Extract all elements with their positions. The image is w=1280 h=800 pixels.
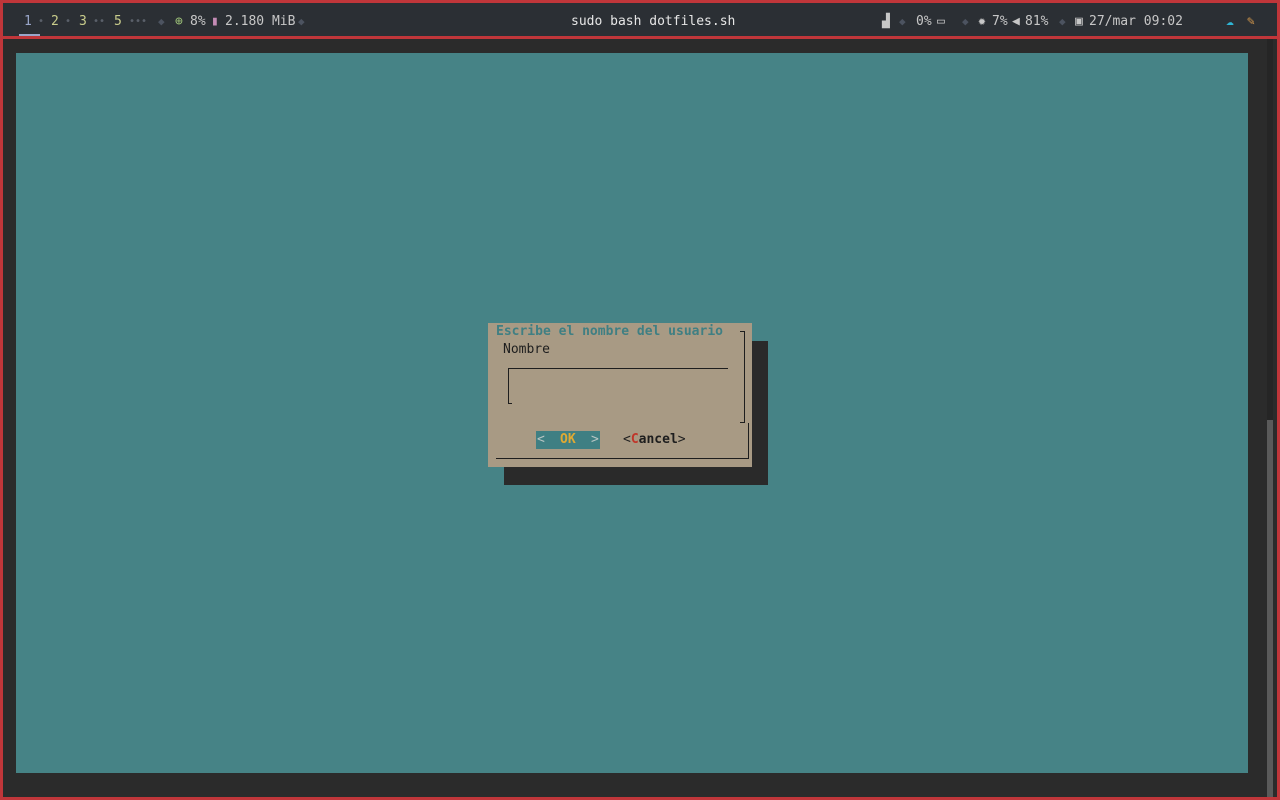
terminal-window: Escribe el nombre del usuario Nombre < O… bbox=[3, 39, 1277, 797]
separator-diamond-icon: ◆ bbox=[1059, 15, 1066, 28]
workspace-separator: • bbox=[65, 16, 72, 27]
top-status-bar: 1 • 2 • 3 •• 5 ••• ◆ ⊕ 8% ▮ 2.180 MiB ◆ … bbox=[3, 3, 1277, 36]
brightness-level: 7% bbox=[992, 14, 1008, 29]
dialog-border-corner bbox=[740, 422, 745, 423]
memory-icon: ▮ bbox=[211, 14, 219, 29]
terminal-screen: Escribe el nombre del usuario Nombre < O… bbox=[16, 53, 1248, 773]
network-usage: 0% bbox=[916, 14, 932, 29]
input-dialog: Escribe el nombre del usuario Nombre < O… bbox=[488, 323, 752, 467]
workspace-3[interactable]: 3 bbox=[79, 3, 87, 36]
cancel-bracket-right: > bbox=[677, 432, 686, 447]
name-label: Nombre bbox=[503, 342, 550, 357]
volume-level: 81% bbox=[1025, 14, 1049, 29]
workspace-separator: •• bbox=[93, 16, 106, 27]
cancel-label: ancel bbox=[638, 432, 678, 447]
cpu-icon: ⊕ bbox=[175, 14, 183, 29]
date-time: 27/mar 09:02 bbox=[1089, 14, 1183, 29]
workspace-2[interactable]: 2 bbox=[51, 3, 59, 36]
dialog-border-corner bbox=[740, 331, 745, 332]
separator-diamond-icon: ◆ bbox=[158, 15, 165, 28]
cloud-sync-icon[interactable]: ☁ bbox=[1226, 3, 1234, 36]
calendar-icon: ▣ bbox=[1075, 14, 1083, 29]
dialog-border-bottom bbox=[496, 458, 749, 459]
dialog-border-right-lower bbox=[748, 423, 749, 458]
dialog-title: Escribe el nombre del usuario bbox=[496, 324, 723, 339]
scrollbar-thumb[interactable] bbox=[1267, 420, 1273, 797]
dialog-border-right bbox=[744, 331, 745, 423]
separator-diamond-icon: ◆ bbox=[899, 15, 906, 28]
cpu-usage: 8% bbox=[190, 14, 206, 29]
cancel-hotkey: C bbox=[630, 432, 639, 447]
cancel-button[interactable]: <Cancel> bbox=[623, 431, 686, 449]
paperclip-icon[interactable]: ✎ bbox=[1247, 3, 1255, 36]
workspace-1[interactable]: 1 bbox=[24, 3, 32, 36]
workspace-separator: ••• bbox=[129, 16, 148, 27]
cancel-bracket-left: < bbox=[623, 432, 631, 447]
ok-button[interactable]: < OK > bbox=[536, 431, 600, 449]
volume-icon[interactable]: ◀ bbox=[1012, 3, 1020, 36]
battery-icon: ▭ bbox=[937, 14, 945, 29]
separator-diamond-icon: ◆ bbox=[962, 15, 969, 28]
workspace-separator: • bbox=[38, 16, 45, 27]
window-title: sudo bash dotfiles.sh bbox=[571, 14, 736, 29]
brightness-icon: ✹ bbox=[978, 14, 986, 29]
ok-label: OK bbox=[560, 432, 576, 447]
ok-bracket-right: > bbox=[591, 432, 599, 447]
memory-usage: 2.180 MiB bbox=[225, 14, 296, 29]
separator-diamond-icon: ◆ bbox=[298, 15, 305, 28]
workspace-5[interactable]: 5 bbox=[114, 3, 122, 36]
username-input[interactable] bbox=[508, 368, 728, 404]
network-signal-icon: ▟ bbox=[882, 14, 890, 29]
ok-bracket-left: < bbox=[537, 432, 545, 447]
